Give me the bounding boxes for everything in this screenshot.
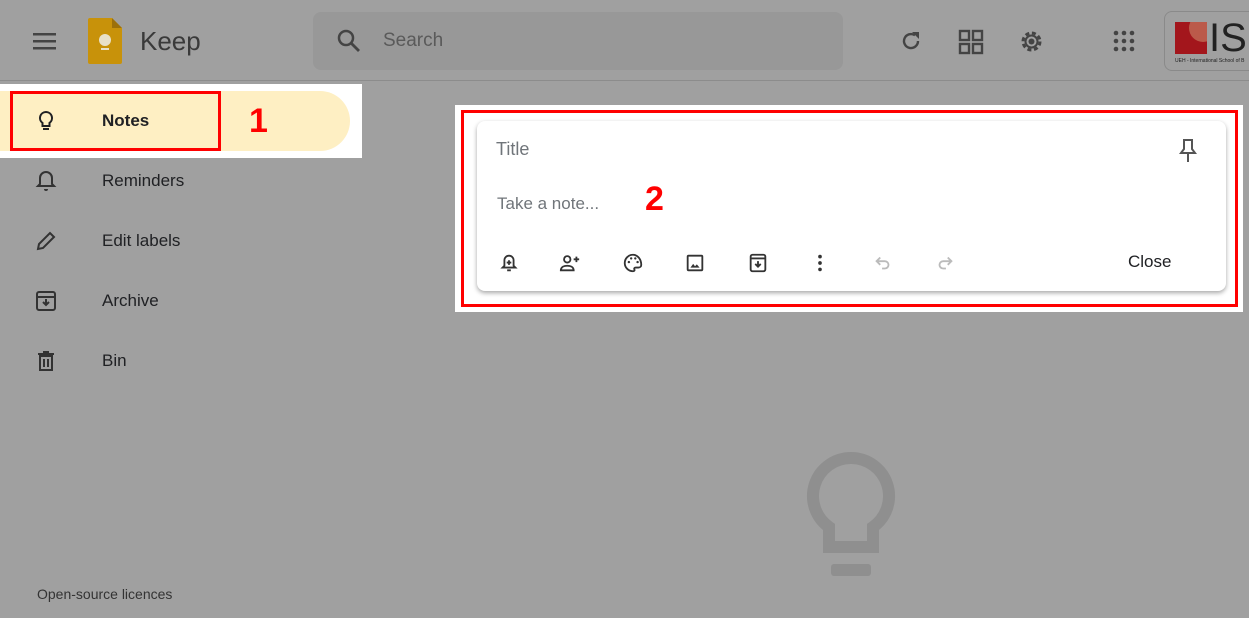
annotation-marker-2: 2 (645, 180, 664, 218)
remind-me-icon[interactable] (498, 252, 520, 274)
sidebar-item-label: Edit labels (102, 231, 181, 250)
main-menu-button[interactable] (33, 31, 57, 51)
search-input[interactable]: Search (383, 30, 443, 52)
app-name: Keep (140, 26, 201, 56)
settings-gear-icon[interactable] (1018, 28, 1045, 55)
menu-icon (33, 33, 56, 50)
collaborator-icon[interactable] (559, 252, 581, 274)
more-options-icon[interactable] (809, 252, 831, 274)
org-logo-caption: UEH - International School of B (1175, 58, 1245, 64)
redo-icon[interactable] (934, 252, 956, 274)
archive-icon[interactable] (747, 252, 769, 274)
refresh-icon[interactable] (899, 29, 923, 53)
sidebar-item-archive[interactable]: Archive (0, 271, 350, 331)
sidebar-item-edit-labels[interactable]: Edit labels (0, 211, 350, 271)
trash-icon (38, 351, 54, 371)
sidebar-item-label: Bin (102, 351, 127, 370)
search-icon (337, 29, 360, 52)
undo-icon[interactable] (872, 252, 894, 274)
close-button[interactable]: Close (1128, 252, 1171, 272)
note-editor: Title Take a note... Close (477, 121, 1226, 291)
grid-view-icon[interactable] (958, 29, 984, 55)
sidebar-item-reminders[interactable]: Reminders (0, 151, 350, 211)
pin-icon[interactable] (1177, 138, 1199, 164)
note-title-input[interactable]: Title (496, 139, 529, 160)
sidebar-item-bin[interactable]: Bin (0, 331, 350, 391)
sidebar-item-label: Archive (102, 291, 159, 310)
pencil-icon (36, 231, 56, 251)
palette-icon[interactable] (622, 252, 644, 274)
open-source-licences-link[interactable]: Open-source licences (37, 586, 172, 602)
note-body-input[interactable]: Take a note... (497, 194, 599, 214)
bell-icon (35, 170, 57, 191)
annotation-marker-1: 1 (249, 102, 268, 140)
add-image-icon[interactable] (684, 252, 706, 274)
empty-notes-lightbulb-icon (806, 452, 896, 576)
org-logo-mark (1175, 22, 1207, 54)
header-divider (0, 80, 1249, 81)
keep-logo[interactable] (88, 18, 122, 69)
apps-grid-icon[interactable] (1113, 30, 1135, 52)
annotation-box-1 (10, 91, 221, 151)
account-avatar[interactable]: IS UEH - International School of B (1164, 11, 1249, 71)
sidebar-item-label: Reminders (102, 171, 185, 190)
keep-logo-icon (88, 18, 122, 64)
search-bar[interactable]: Search (313, 12, 843, 70)
org-logo-text: IS (1209, 16, 1247, 60)
archive-icon (36, 291, 56, 311)
